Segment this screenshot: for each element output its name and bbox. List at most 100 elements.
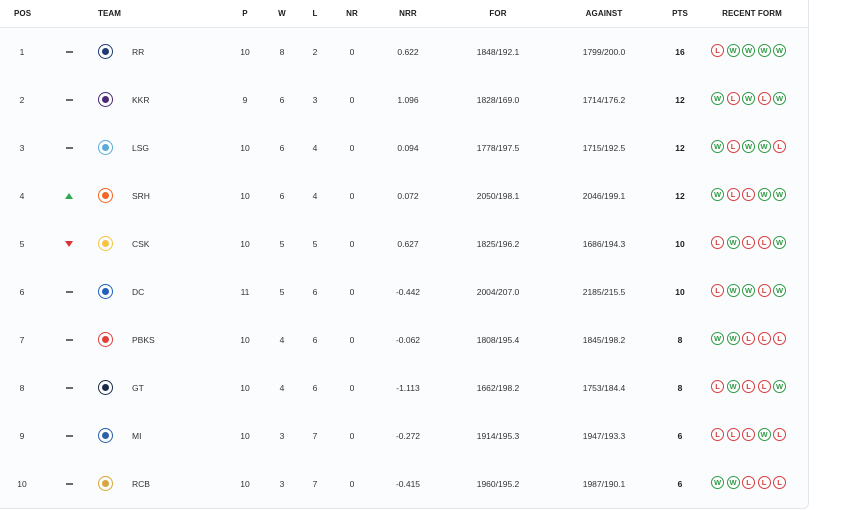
row-against: 1686/194.3 bbox=[582, 239, 626, 249]
team-name: LSG bbox=[132, 143, 150, 153]
row-lost: 2 bbox=[312, 47, 318, 57]
csk-logo-icon bbox=[98, 236, 113, 251]
recent-form: LWLLW bbox=[711, 236, 786, 249]
form-loss-badge: L bbox=[773, 476, 786, 489]
row-nrr: -0.272 bbox=[395, 431, 421, 441]
table-row[interactable]: 7 PBKS 10 4 6 0 -0.062 1808/195.4 1845/198.2 8 W W L… bbox=[0, 316, 808, 364]
row-no-result: 0 bbox=[349, 479, 355, 489]
position-change-down-icon bbox=[62, 220, 76, 268]
table-row[interactable]: 9 MI 10 3 7 0 -0.272 1914/195.3 1947/193.3 6 L L L W L bbox=[0, 412, 808, 460]
form-loss-badge: L bbox=[757, 92, 771, 105]
recent-form: LLLWL bbox=[711, 428, 786, 441]
position-change-same-icon bbox=[62, 124, 76, 172]
row-against: 1753/184.4 bbox=[582, 383, 626, 393]
row-played: 10 bbox=[240, 383, 250, 393]
form-win-badge: W bbox=[726, 380, 740, 393]
row-played: 10 bbox=[240, 431, 250, 441]
table-row[interactable]: 3 LSG 10 6 4 0 0.094 1778/197.5 1715/192.5 12 W L W W… bbox=[0, 124, 808, 172]
table-row[interactable]: 6 DC 11 5 6 0 -0.442 2004/207.0 2185/215.5 10 L W W L… bbox=[0, 268, 808, 316]
row-lost: 4 bbox=[312, 191, 318, 201]
position-change-same-icon bbox=[62, 412, 76, 460]
row-points: 8 bbox=[677, 383, 683, 393]
form-loss-badge: L bbox=[726, 92, 740, 105]
form-loss-badge: L bbox=[773, 332, 786, 345]
row-for: 1914/195.3 bbox=[476, 431, 520, 441]
team-name: GT bbox=[132, 383, 144, 393]
header-team[interactable]: TEAM bbox=[98, 9, 121, 18]
recent-form: WLLWW bbox=[711, 188, 786, 201]
position-change-same-icon bbox=[62, 76, 76, 124]
table-header: POS TEAM P W L NR NRR FOR AGAINST PTS RE… bbox=[0, 0, 808, 28]
recent-form: LWWWW bbox=[711, 44, 786, 57]
form-win-badge: W bbox=[726, 236, 740, 249]
row-lost: 6 bbox=[312, 287, 318, 297]
row-lost: 6 bbox=[312, 383, 318, 393]
table-row[interactable]: 5 CSK 10 5 5 0 0.627 1825/196.2 1686/194.3 10 L W L L… bbox=[0, 220, 808, 268]
form-loss-badge: L bbox=[711, 380, 724, 393]
header-lost[interactable]: L bbox=[305, 9, 325, 18]
row-pos: 1 bbox=[19, 47, 25, 57]
team-name: KKR bbox=[132, 95, 150, 105]
row-for: 2004/207.0 bbox=[476, 287, 520, 297]
header-against[interactable]: AGAINST bbox=[574, 9, 634, 18]
form-loss-badge: L bbox=[773, 428, 786, 441]
table-row[interactable]: 8 GT 10 4 6 0 -1.113 1662/198.2 1753/184.4 8 L W L L W bbox=[0, 364, 808, 412]
row-won: 3 bbox=[279, 479, 285, 489]
row-nrr: 0.072 bbox=[397, 191, 419, 201]
recent-form: LWLLW bbox=[711, 380, 786, 393]
row-won: 4 bbox=[279, 383, 285, 393]
header-played[interactable]: P bbox=[235, 9, 255, 18]
row-for: 1848/192.1 bbox=[476, 47, 520, 57]
row-won: 5 bbox=[279, 287, 285, 297]
table-row[interactable]: 1 RR 10 8 2 0 0.622 1848/192.1 1799/200.0 16 L W W W W bbox=[0, 28, 808, 76]
row-pos: 10 bbox=[17, 479, 27, 489]
row-pos: 7 bbox=[19, 335, 25, 345]
form-win-badge: W bbox=[726, 332, 740, 345]
row-lost: 4 bbox=[312, 143, 318, 153]
row-won: 6 bbox=[279, 95, 285, 105]
form-win-badge: W bbox=[711, 188, 724, 201]
form-win-badge: W bbox=[726, 476, 740, 489]
row-lost: 3 bbox=[312, 95, 318, 105]
team-name: RCB bbox=[132, 479, 150, 489]
form-loss-badge: L bbox=[757, 284, 771, 297]
form-win-badge: W bbox=[711, 332, 724, 345]
points-table: POS TEAM P W L NR NRR FOR AGAINST PTS RE… bbox=[0, 0, 809, 509]
form-loss-badge: L bbox=[742, 236, 755, 249]
srh-logo-icon bbox=[98, 188, 113, 203]
form-win-badge: W bbox=[711, 476, 724, 489]
row-lost: 5 bbox=[312, 239, 318, 249]
recent-form: WWLLL bbox=[711, 476, 786, 489]
form-loss-badge: L bbox=[773, 140, 786, 153]
position-change-up-icon bbox=[62, 172, 76, 220]
row-against: 1799/200.0 bbox=[582, 47, 626, 57]
row-nrr: -1.113 bbox=[396, 383, 420, 393]
header-nrr[interactable]: NRR bbox=[385, 9, 431, 18]
position-change-same-icon bbox=[62, 28, 76, 76]
row-points: 6 bbox=[677, 479, 683, 489]
header-pos[interactable]: POS bbox=[14, 9, 31, 18]
row-for: 1778/197.5 bbox=[476, 143, 520, 153]
table-row[interactable]: 4 SRH 10 6 4 0 0.072 2050/198.1 2046/199.1 12 W L L W… bbox=[0, 172, 808, 220]
form-win-badge: W bbox=[773, 44, 786, 57]
row-nrr: -0.415 bbox=[395, 479, 421, 489]
form-win-badge: W bbox=[742, 92, 755, 105]
header-points[interactable]: PTS bbox=[665, 9, 695, 18]
row-played: 11 bbox=[240, 287, 250, 297]
header-for[interactable]: FOR bbox=[472, 9, 524, 18]
row-nrr: 0.094 bbox=[397, 143, 419, 153]
table-row[interactable]: 10 RCB 10 3 7 0 -0.415 1960/195.2 1987/190.1 6 W W L… bbox=[0, 460, 808, 508]
header-recent-form: RECENT FORM bbox=[722, 9, 782, 18]
table-row[interactable]: 2 KKR 9 6 3 0 1.096 1828/169.0 1714/176.2 12 W L W L W bbox=[0, 76, 808, 124]
position-change-same-icon bbox=[62, 460, 76, 508]
team-name: RR bbox=[132, 47, 145, 57]
team-name: PBKS bbox=[132, 335, 155, 345]
recent-form: WWLLL bbox=[711, 332, 786, 345]
row-for: 2050/198.1 bbox=[476, 191, 520, 201]
header-no-result[interactable]: NR bbox=[339, 9, 365, 18]
form-loss-badge: L bbox=[742, 332, 755, 345]
row-pos: 3 bbox=[19, 143, 25, 153]
header-won[interactable]: W bbox=[272, 9, 292, 18]
row-lost: 7 bbox=[312, 431, 318, 441]
form-loss-badge: L bbox=[757, 380, 771, 393]
